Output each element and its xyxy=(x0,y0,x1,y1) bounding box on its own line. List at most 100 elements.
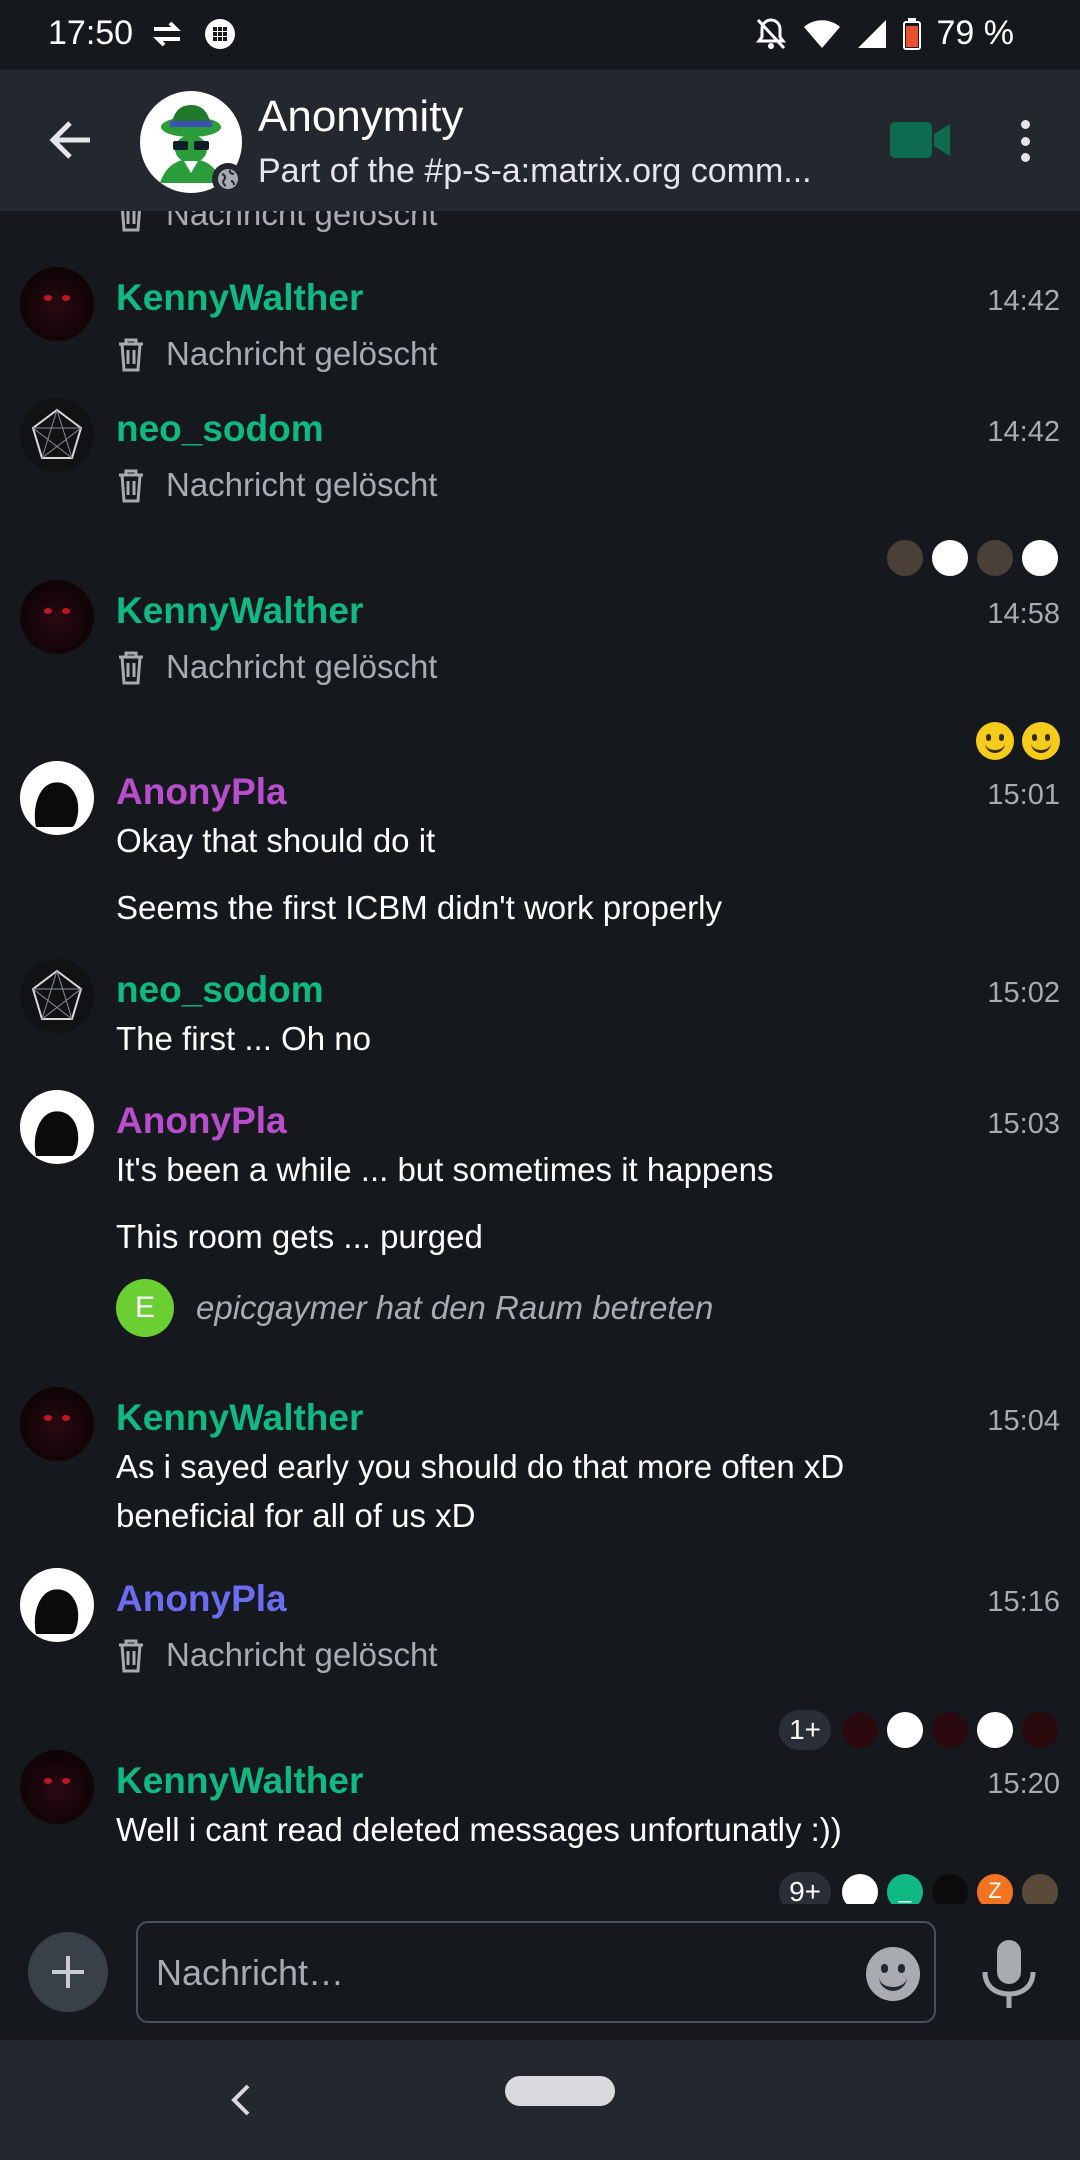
receipt-avatar xyxy=(1020,1710,1060,1750)
video-call-icon xyxy=(890,122,950,158)
deleted-message: Nachricht gelöscht xyxy=(116,1636,437,1674)
sender-name[interactable]: KennyWalther xyxy=(116,277,363,319)
deleted-message-text: Nachricht gelöscht xyxy=(166,466,438,503)
sender-name[interactable]: KennyWalther xyxy=(116,1397,363,1439)
pentagon-avatar-icon xyxy=(31,969,83,1020)
sender-name[interactable]: neo_sodom xyxy=(116,969,324,1011)
more-options-button[interactable] xyxy=(1000,114,1050,168)
deleted-message[interactable]: Nachricht gelöscht xyxy=(116,211,437,233)
sender-name[interactable]: neo_sodom xyxy=(116,408,324,450)
read-receipts[interactable] xyxy=(880,538,1060,578)
home-pill[interactable] xyxy=(505,2076,615,2106)
sender-name[interactable]: KennyWalther xyxy=(116,590,363,632)
member-join-event[interactable]: E epicgaymer hat den Raum betreten xyxy=(116,1279,713,1337)
battery-icon xyxy=(902,17,921,50)
voice-message-button[interactable] xyxy=(978,1938,1040,2010)
room-avatar[interactable] xyxy=(140,91,244,195)
sender-name[interactable]: KennyWalther xyxy=(116,1760,363,1802)
deleted-message: Nachricht gelöscht xyxy=(116,335,437,373)
status-right-icons: 79 % xyxy=(755,14,1015,53)
globe-icon xyxy=(218,169,238,189)
message-body[interactable]: Seems the first ICBM didn't work properl… xyxy=(116,884,722,932)
read-receipts[interactable]: 1+ xyxy=(779,1710,1060,1750)
message-body[interactable]: Well i cant read deleted messages unfort… xyxy=(116,1806,842,1854)
emoji-icon[interactable] xyxy=(866,1947,920,2001)
chevron-left-icon xyxy=(231,2084,250,2116)
avatar[interactable] xyxy=(20,1568,94,1642)
battery-percent: 79 % xyxy=(936,14,1015,52)
message-input[interactable] xyxy=(156,1945,836,2001)
receipt-avatar xyxy=(930,538,970,578)
receipt-count: 1+ xyxy=(779,1710,831,1750)
avatar[interactable] xyxy=(20,580,94,654)
status-time: 17:50 xyxy=(48,14,134,52)
message-time: 14:42 xyxy=(987,416,1060,448)
message-body[interactable]: Okay that should do it xyxy=(116,817,435,865)
deleted-message-text: Nachricht gelöscht xyxy=(166,648,438,685)
add-icon xyxy=(52,1956,84,1988)
receipt-avatar xyxy=(885,1710,925,1750)
trash-icon xyxy=(119,338,143,372)
room-title[interactable]: Anonymity xyxy=(258,92,463,142)
trash-icon xyxy=(119,469,143,503)
message-timeline[interactable]: Nachricht gelöscht KennyWalther 14:42 Na… xyxy=(0,211,1080,1916)
message-body[interactable]: This room gets ... purged xyxy=(116,1213,483,1261)
more-options-icon-dot xyxy=(1020,120,1030,129)
sender-name[interactable]: AnonyPla xyxy=(116,1578,287,1620)
microphone-icon xyxy=(982,1940,1036,2008)
attachment-button[interactable] xyxy=(28,1932,108,2012)
avatar[interactable] xyxy=(20,1750,94,1824)
more-options-icon-dot xyxy=(1020,153,1030,162)
message-body[interactable]: As i sayed early you should do that more… xyxy=(116,1443,844,1491)
message-time: 14:58 xyxy=(987,598,1060,630)
signal-icon xyxy=(857,19,886,48)
receipt-avatar xyxy=(885,538,925,578)
message-body[interactable]: beneficial for all of us xD xyxy=(116,1492,476,1540)
nav-back-button[interactable] xyxy=(222,2080,262,2120)
receipt-avatar xyxy=(840,1710,880,1750)
back-button[interactable] xyxy=(38,108,102,172)
room-topic[interactable]: Part of the #p-s-a:matrix.org comm... xyxy=(258,152,838,191)
trash-icon xyxy=(119,1639,143,1673)
avatar[interactable] xyxy=(20,959,94,1033)
sender-name[interactable]: AnonyPla xyxy=(116,771,287,813)
smiley-reaction-icon[interactable] xyxy=(976,722,1014,760)
trash-icon xyxy=(119,651,143,685)
avatar[interactable] xyxy=(20,1387,94,1461)
message-time: 15:04 xyxy=(987,1405,1060,1437)
receipt-avatar xyxy=(975,1710,1015,1750)
member-event-text: epicgaymer hat den Raum betreten xyxy=(196,1289,714,1326)
data-sync-icon xyxy=(153,21,181,47)
avatar[interactable] xyxy=(20,1090,94,1164)
deleted-message-text: Nachricht gelöscht xyxy=(166,211,438,232)
more-options-icon-dot xyxy=(1020,136,1030,146)
room-header: Anonymity Part of the #p-s-a:matrix.org … xyxy=(0,70,1080,211)
deleted-message-text: Nachricht gelöscht xyxy=(166,1636,438,1673)
sender-name[interactable]: AnonyPla xyxy=(116,1100,287,1142)
avatar[interactable] xyxy=(20,398,94,472)
video-call-button[interactable] xyxy=(888,114,952,166)
message-time: 14:42 xyxy=(987,285,1060,317)
message-time: 15:20 xyxy=(987,1768,1060,1800)
smiley-reaction-icon[interactable] xyxy=(1022,722,1060,760)
status-left-icons xyxy=(152,18,236,50)
reactions[interactable] xyxy=(968,722,1060,760)
trash-icon xyxy=(121,211,141,232)
notifications-off-icon xyxy=(755,17,786,49)
avatar[interactable] xyxy=(20,761,94,835)
app-grid-icon xyxy=(205,19,235,49)
member-avatar[interactable]: E xyxy=(116,1279,174,1337)
silhouette-avatar-icon xyxy=(34,782,79,827)
deleted-message-text: Nachricht gelöscht xyxy=(166,335,438,372)
back-arrow-icon xyxy=(49,121,90,159)
message-input-box[interactable] xyxy=(136,1921,936,2023)
receipt-avatar xyxy=(930,1710,970,1750)
status-bar: 17:50 79 % xyxy=(0,0,1080,70)
public-room-badge xyxy=(212,163,244,195)
message-body[interactable]: The first ... Oh no xyxy=(116,1015,371,1063)
avatar[interactable] xyxy=(20,267,94,341)
pentagon-avatar-icon xyxy=(31,408,83,459)
message-body[interactable]: It's been a while ... but sometimes it h… xyxy=(116,1146,774,1194)
deleted-message: Nachricht gelöscht xyxy=(116,648,437,686)
message-time: 15:16 xyxy=(987,1586,1060,1618)
